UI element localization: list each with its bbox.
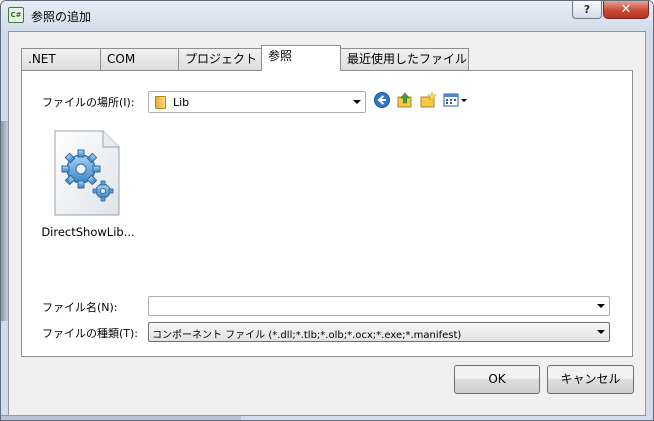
help-button[interactable]: ? [572, 1, 602, 19]
dialog-client-area: .NET COM プロジェクト 参照 最近使用したファイル ファイルの場所(I)… [8, 31, 646, 416]
window-title: 参照の追加 [31, 10, 92, 24]
filename-input[interactable] [148, 296, 610, 316]
tab-dotnet[interactable]: .NET [21, 48, 101, 70]
background-window-edge [1, 121, 8, 321]
chevron-down-icon [597, 330, 605, 334]
cancel-button[interactable]: キャンセル [547, 365, 634, 394]
close-button[interactable]: ✕ [603, 1, 649, 19]
ok-button[interactable]: OK [454, 365, 540, 394]
add-reference-dialog: C# 参照の追加 ? ✕ .NET COM プロジェクト 参照 最近使用したファ… [0, 0, 654, 421]
file-name: DirectShowLib... [41, 225, 135, 239]
tab-recent[interactable]: 最近使用したファイル [340, 48, 469, 70]
location-combo[interactable]: Lib [148, 91, 366, 113]
tab-browse[interactable]: 参照 [261, 45, 341, 71]
view-menu-icon[interactable] [442, 91, 470, 109]
folder-icon [155, 96, 166, 109]
filetype-select[interactable]: コンポーネント ファイル (*.dll;*.tlb;*.olb;*.ocx;*.… [148, 322, 610, 342]
filetype-label: ファイルの種類(T): [42, 327, 139, 340]
chevron-down-icon [353, 100, 361, 104]
gear-document-icon [54, 130, 120, 216]
file-list[interactable]: DirectShowLib... [32, 119, 620, 293]
location-value: Lib [173, 96, 190, 109]
csharp-app-icon: C# [8, 7, 24, 23]
chevron-down-icon [597, 304, 605, 308]
background-window-strip [1, 415, 241, 420]
up-folder-icon[interactable] [396, 91, 414, 109]
tab-project[interactable]: プロジェクト [178, 48, 262, 70]
location-label: ファイルの場所(I): [42, 96, 135, 109]
filename-label: ファイル名(N): [42, 301, 118, 314]
title-bar[interactable]: C# 参照の追加 ? ✕ [1, 1, 653, 31]
back-icon[interactable] [373, 91, 391, 109]
list-item[interactable]: DirectShowLib... [38, 129, 138, 239]
filetype-value: コンポーネント ファイル (*.dll;*.tlb;*.olb;*.ocx;*.… [152, 330, 462, 341]
tab-com[interactable]: COM [100, 48, 179, 70]
browse-tab-panel: ファイルの場所(I): Lib DirectShowLib... ファイル名(N… [21, 70, 633, 357]
new-folder-icon[interactable] [419, 91, 437, 109]
